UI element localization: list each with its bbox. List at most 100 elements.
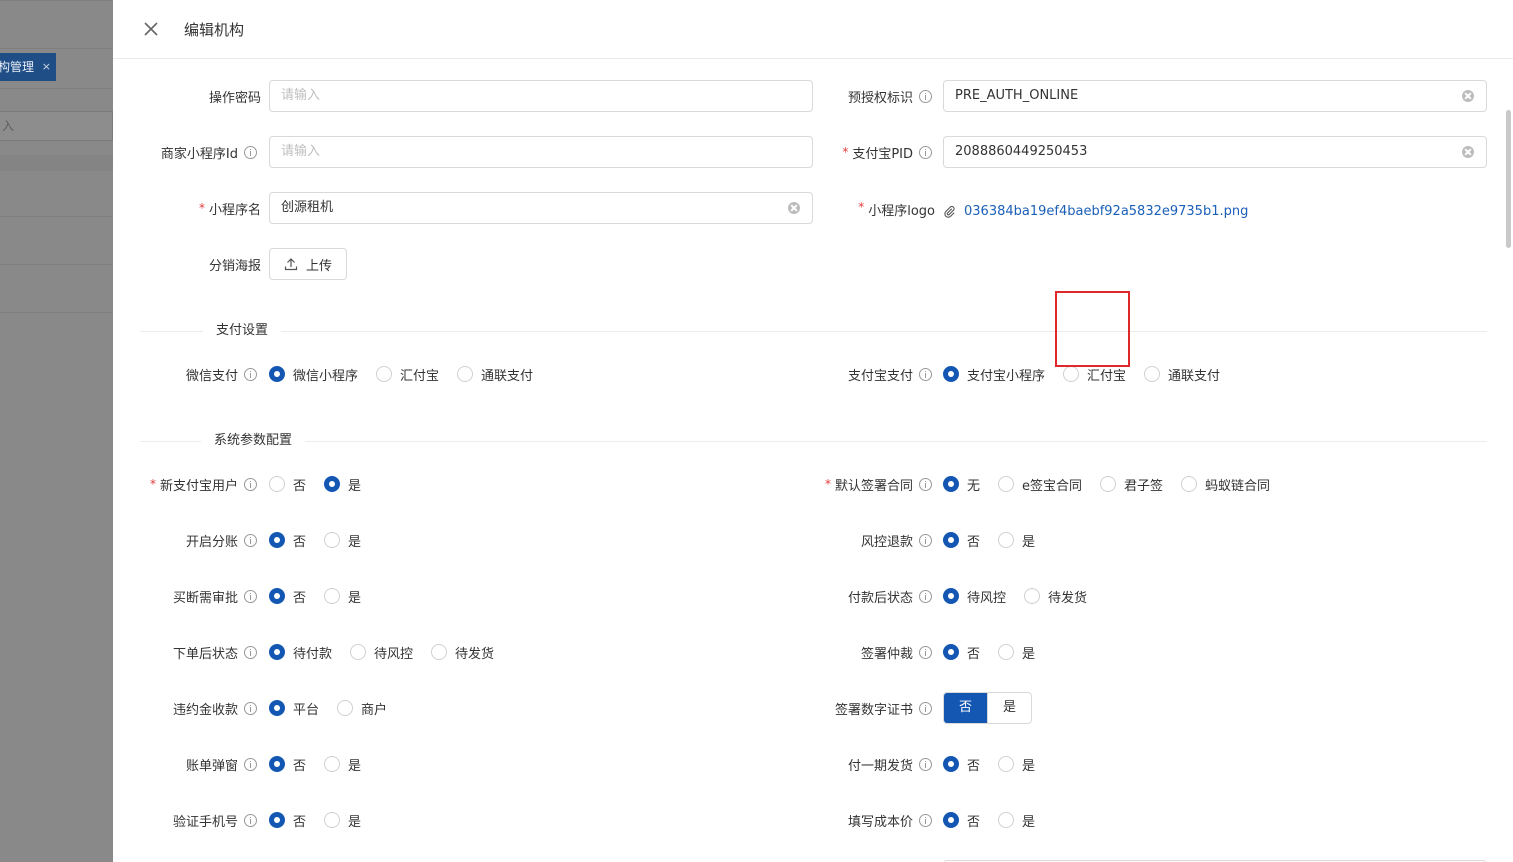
radio-option[interactable]: 是	[324, 811, 361, 830]
radio-option[interactable]: 蚂蚁链合同	[1181, 475, 1270, 494]
radio-option[interactable]: 否	[943, 811, 980, 830]
clear-icon[interactable]	[1462, 146, 1474, 158]
radio-circle[interactable]	[943, 532, 959, 548]
radio-circle[interactable]	[269, 812, 285, 828]
close-icon[interactable]	[141, 19, 161, 39]
radio-circle[interactable]	[431, 644, 448, 660]
radio-option[interactable]: 否	[269, 755, 306, 774]
radio-circle[interactable]	[269, 588, 285, 604]
radio-option[interactable]: 是	[324, 475, 361, 494]
operation-password-input[interactable]: 请输入	[269, 80, 813, 112]
radio-option[interactable]: 汇付宝	[376, 365, 439, 384]
radio-circle[interactable]	[998, 476, 1015, 492]
radio-circle[interactable]	[324, 476, 341, 492]
radio-option[interactable]: 待风控	[350, 643, 413, 662]
radio-circle[interactable]	[998, 812, 1015, 828]
radio-option[interactable]: e签宝合同	[998, 475, 1082, 494]
info-icon[interactable]	[244, 757, 257, 771]
bg-tab-org-management[interactable]: 构管理 ×	[0, 53, 56, 81]
info-icon[interactable]	[244, 477, 257, 491]
merchant-miniapp-id-input[interactable]: 请输入	[269, 136, 813, 168]
radio-circle[interactable]	[943, 588, 959, 604]
radio-option[interactable]: 是	[324, 755, 361, 774]
bg-search-input[interactable]: 入	[0, 111, 113, 141]
radio-option[interactable]: 待发货	[1024, 587, 1087, 606]
info-icon[interactable]	[919, 813, 932, 827]
clear-icon[interactable]	[1462, 90, 1474, 102]
radio-circle[interactable]	[1100, 476, 1117, 492]
radio-option[interactable]: 否	[943, 755, 980, 774]
radio-option[interactable]: 平台	[269, 699, 319, 718]
radio-circle[interactable]	[350, 644, 367, 660]
radio-circle[interactable]	[376, 366, 393, 382]
radio-option[interactable]: 是	[324, 587, 361, 606]
radio-circle[interactable]	[943, 644, 959, 660]
radio-circle[interactable]	[1181, 476, 1198, 492]
radio-circle[interactable]	[998, 644, 1015, 660]
radio-circle[interactable]	[269, 366, 285, 382]
radio-circle[interactable]	[943, 366, 959, 382]
radio-option[interactable]: 是	[998, 643, 1035, 662]
info-icon[interactable]	[919, 757, 932, 771]
radio-circle[interactable]	[998, 532, 1015, 548]
info-icon[interactable]	[244, 589, 257, 603]
radio-circle[interactable]	[337, 700, 354, 716]
radio-option[interactable]: 否	[269, 587, 306, 606]
radio-circle[interactable]	[1144, 366, 1161, 382]
info-icon[interactable]	[919, 701, 932, 715]
miniapp-name-input[interactable]: 创源租机	[269, 192, 813, 224]
radio-circle[interactable]	[1024, 588, 1041, 604]
radio-option[interactable]: 是	[998, 531, 1035, 550]
radio-option[interactable]: 汇付宝	[1063, 365, 1126, 384]
upload-button[interactable]: 上传	[269, 248, 348, 280]
info-icon[interactable]	[244, 813, 257, 827]
info-icon[interactable]	[919, 145, 932, 159]
radio-circle[interactable]	[324, 812, 341, 828]
radio-circle[interactable]	[998, 756, 1015, 772]
radio-option[interactable]: 是	[998, 755, 1035, 774]
info-icon[interactable]	[919, 589, 932, 603]
radio-circle[interactable]	[1063, 366, 1080, 382]
pre-auth-flag-input[interactable]: PRE_AUTH_ONLINE	[943, 80, 1487, 112]
radio-circle[interactable]	[324, 532, 341, 548]
clear-icon[interactable]	[788, 202, 800, 214]
radio-circle[interactable]	[269, 756, 285, 772]
radio-option[interactable]: 待发货	[431, 643, 494, 662]
radio-circle[interactable]	[269, 476, 285, 492]
info-icon[interactable]	[919, 89, 932, 103]
radio-option[interactable]: 通联支付	[457, 365, 533, 384]
radio-option[interactable]: 是	[998, 811, 1035, 830]
info-icon[interactable]	[244, 367, 257, 381]
info-icon[interactable]	[244, 645, 257, 659]
radio-option[interactable]: 否	[269, 475, 306, 494]
radio-circle[interactable]	[943, 476, 959, 492]
radio-circle[interactable]	[943, 812, 959, 828]
radio-option[interactable]: 否	[943, 531, 980, 550]
radio-option[interactable]: 通联支付	[1144, 365, 1220, 384]
radio-option[interactable]: 否	[269, 811, 306, 830]
file-name[interactable]: 036384ba19ef4baebf92a5832e9735b1.png	[964, 204, 1248, 219]
radio-option[interactable]: 支付宝小程序	[943, 365, 1045, 384]
radio-circle[interactable]	[943, 756, 959, 772]
radio-circle[interactable]	[324, 756, 341, 772]
radio-option[interactable]: 待付款	[269, 643, 332, 662]
info-icon[interactable]	[244, 533, 257, 547]
radio-option[interactable]: 是	[324, 531, 361, 550]
info-icon[interactable]	[919, 645, 932, 659]
radio-circle[interactable]	[269, 644, 285, 660]
radio-circle[interactable]	[324, 588, 341, 604]
radio-option[interactable]: 否	[943, 643, 980, 662]
segment-option[interactable]: 否	[944, 693, 988, 723]
info-icon[interactable]	[244, 145, 257, 159]
radio-option[interactable]: 君子签	[1100, 475, 1163, 494]
info-icon[interactable]	[919, 533, 932, 547]
info-icon[interactable]	[919, 477, 932, 491]
alipay-pid-input[interactable]: 2088860449250453	[943, 136, 1487, 168]
radio-option[interactable]: 待风控	[943, 587, 1006, 606]
radio-option[interactable]: 否	[269, 531, 306, 550]
radio-option[interactable]: 无	[943, 475, 980, 494]
radio-circle[interactable]	[269, 700, 285, 716]
radio-option[interactable]: 微信小程序	[269, 365, 358, 384]
segment-option[interactable]: 是	[987, 693, 1031, 723]
info-icon[interactable]	[919, 367, 932, 381]
